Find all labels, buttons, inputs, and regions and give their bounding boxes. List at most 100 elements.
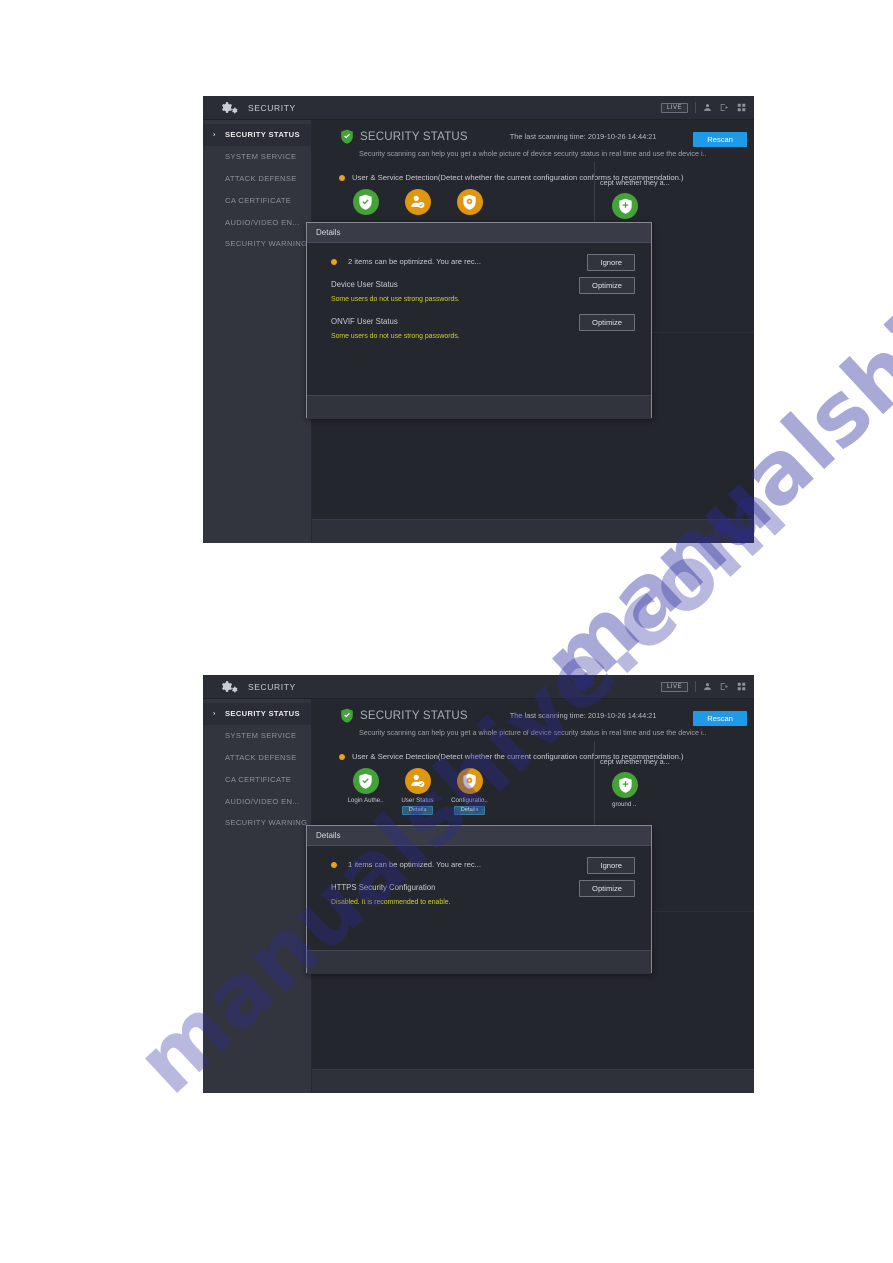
window-title: SECURITY: [248, 681, 296, 692]
user-icon[interactable]: [703, 103, 712, 112]
user-icon[interactable]: [703, 682, 712, 691]
user-status-item[interactable]: User Status Details: [401, 767, 434, 815]
detail-item: ONVIF User Status Some users do not use …: [307, 303, 651, 340]
detail-item-warning: Some users do not use strong passwords.: [331, 296, 460, 303]
security-description: Security scanning can help you get a who…: [359, 149, 707, 158]
dialog-footer: [307, 950, 651, 974]
sidebar-item-label: SYSTEM SERVICE: [225, 731, 297, 741]
sidebar-item-label: ATTACK DEFENSE: [225, 752, 297, 762]
details-button[interactable]: Details: [401, 805, 434, 815]
status-dot-icon: [331, 258, 337, 265]
logout-icon[interactable]: [719, 103, 730, 112]
chevron-right-icon: ›: [213, 710, 216, 718]
page-title: SECURITY STATUS: [360, 709, 468, 722]
user-check-icon: [404, 767, 431, 794]
sidebar-item-audio-video-encryption[interactable]: AUDIO/VIDEO EN...: [203, 790, 311, 812]
sidebar-item-attack-defense[interactable]: ATTACK DEFENSE: [203, 168, 311, 190]
last-scan-time: The last scanning time: 2019-10-26 14:44…: [509, 132, 657, 141]
last-scan-time: The last scanning time: 2019-10-26 14:44…: [509, 711, 657, 720]
detail-item: Device User Status Some users do not use…: [307, 266, 651, 303]
titlebar-actions: LIVE: [660, 675, 746, 698]
icon-caption: Configuratio..: [451, 796, 488, 804]
title-bar: SECURITY LIVE: [203, 675, 754, 699]
user-check-icon: [404, 188, 431, 215]
live-badge[interactable]: LIVE: [660, 102, 688, 113]
sidebar-item-system-service[interactable]: SYSTEM SERVICE: [203, 146, 311, 168]
dialog-body: 2 items can be optimized. You are rec...…: [307, 243, 651, 395]
title-bar: SECURITY LIVE: [203, 96, 754, 120]
sidebar-item-security-warning[interactable]: SECURITY WARNING: [203, 812, 311, 834]
shield-plus-icon: [612, 772, 638, 798]
details-button[interactable]: Details: [453, 805, 486, 815]
status-dot-icon: [339, 754, 345, 761]
rescan-button[interactable]: Rescan: [693, 132, 747, 147]
shield-gear-icon: [456, 767, 483, 794]
live-badge[interactable]: LIVE: [660, 681, 688, 692]
footer-bar: [312, 519, 754, 543]
sidebar-item-label: SECURITY WARNING: [225, 239, 308, 249]
gear-icon[interactable]: [220, 680, 238, 693]
sidebar-item-attack-defense[interactable]: ATTACK DEFENSE: [203, 747, 311, 769]
sidebar-item-label: SYSTEM SERVICE: [225, 152, 297, 162]
shield-check-icon: [340, 708, 354, 723]
titlebar-actions: LIVE: [660, 96, 746, 119]
sidebar-item-label: ATTACK DEFENSE: [225, 173, 297, 183]
footer-bar: [312, 1069, 754, 1093]
secondary-detection-group: cept whether they a... ground ..: [600, 757, 754, 808]
shield-check-icon: [340, 129, 354, 144]
sidebar-item-label: SECURITY WARNING: [225, 818, 308, 828]
sidebar-item-label: CA CERTIFICATE: [225, 774, 292, 784]
dialog-summary-text: 1 items can be optimized. You are rec...: [348, 860, 481, 869]
security-background-item[interactable]: ground ..: [612, 772, 754, 808]
details-dialog-2: Details 1 items can be optimized. You ar…: [306, 825, 652, 974]
divider: [695, 102, 696, 113]
detail-item-warning: Disabled. It is recommended to enable.: [331, 899, 451, 906]
secondary-detection-label: cept whether they a...: [600, 178, 670, 187]
dialog-summary-row: 1 items can be optimized. You are rec...…: [307, 846, 651, 874]
security-status-header: SECURITY STATUS The last scanning time: …: [312, 120, 754, 144]
logout-icon[interactable]: [719, 682, 730, 691]
dialog-footer: [307, 395, 651, 419]
login-auth-item[interactable]: [349, 188, 382, 218]
sidebar-item-label: CA CERTIFICATE: [225, 195, 292, 205]
dialog-summary-text: 2 items can be optimized. You are rec...: [348, 257, 481, 266]
sidebar-item-security-status[interactable]: › SECURITY STATUS: [203, 703, 311, 725]
gear-icon[interactable]: [220, 101, 238, 114]
chevron-right-icon: ›: [213, 131, 216, 139]
optimize-button[interactable]: Optimize: [579, 277, 635, 294]
sidebar-item-label: SECURITY STATUS: [225, 709, 300, 719]
configuration-security-item[interactable]: [453, 188, 486, 218]
user-status-item[interactable]: [401, 188, 434, 218]
icon-caption: ground ..: [612, 801, 637, 808]
configuration-security-item[interactable]: Configuratio.. Details: [451, 767, 488, 815]
sidebar-item-security-warning[interactable]: SECURITY WARNING: [203, 233, 311, 255]
shield-check-icon: [352, 188, 379, 215]
status-dot-icon: [331, 861, 337, 868]
security-description: Security scanning can help you get a who…: [359, 728, 707, 737]
optimize-button[interactable]: Optimize: [579, 880, 635, 897]
icon-caption: Login Authe..: [347, 796, 384, 804]
sidebar-item-system-service[interactable]: SYSTEM SERVICE: [203, 725, 311, 747]
window-title: SECURITY: [248, 102, 296, 113]
status-dot-icon: [339, 175, 345, 182]
dialog-title: Details: [307, 223, 651, 243]
grid-icon[interactable]: [737, 682, 746, 691]
login-auth-item[interactable]: Login Authe..: [347, 767, 384, 815]
details-dialog-1: Details 2 items can be optimized. You ar…: [306, 222, 652, 419]
sidebar-item-ca-certificate[interactable]: CA CERTIFICATE: [203, 189, 311, 211]
sidebar: › SECURITY STATUS SYSTEM SERVICE ATTACK …: [203, 699, 312, 1093]
sidebar-item-audio-video-encryption[interactable]: AUDIO/VIDEO EN...: [203, 211, 311, 233]
security-status-header: SECURITY STATUS The last scanning time: …: [312, 699, 754, 723]
grid-icon[interactable]: [737, 103, 746, 112]
page-title: SECURITY STATUS: [360, 130, 468, 143]
sidebar-item-security-status[interactable]: › SECURITY STATUS: [203, 124, 311, 146]
detail-item-warning: Some users do not use strong passwords.: [331, 333, 460, 340]
rescan-button[interactable]: Rescan: [693, 711, 747, 726]
divider: [695, 681, 696, 692]
icon-caption: User Status: [401, 796, 434, 804]
secondary-detection-label: cept whether they a...: [600, 757, 670, 766]
shield-check-icon: [352, 767, 379, 794]
sidebar-item-ca-certificate[interactable]: CA CERTIFICATE: [203, 768, 311, 790]
dialog-body: 1 items can be optimized. You are rec...…: [307, 846, 651, 950]
optimize-button[interactable]: Optimize: [579, 314, 635, 331]
